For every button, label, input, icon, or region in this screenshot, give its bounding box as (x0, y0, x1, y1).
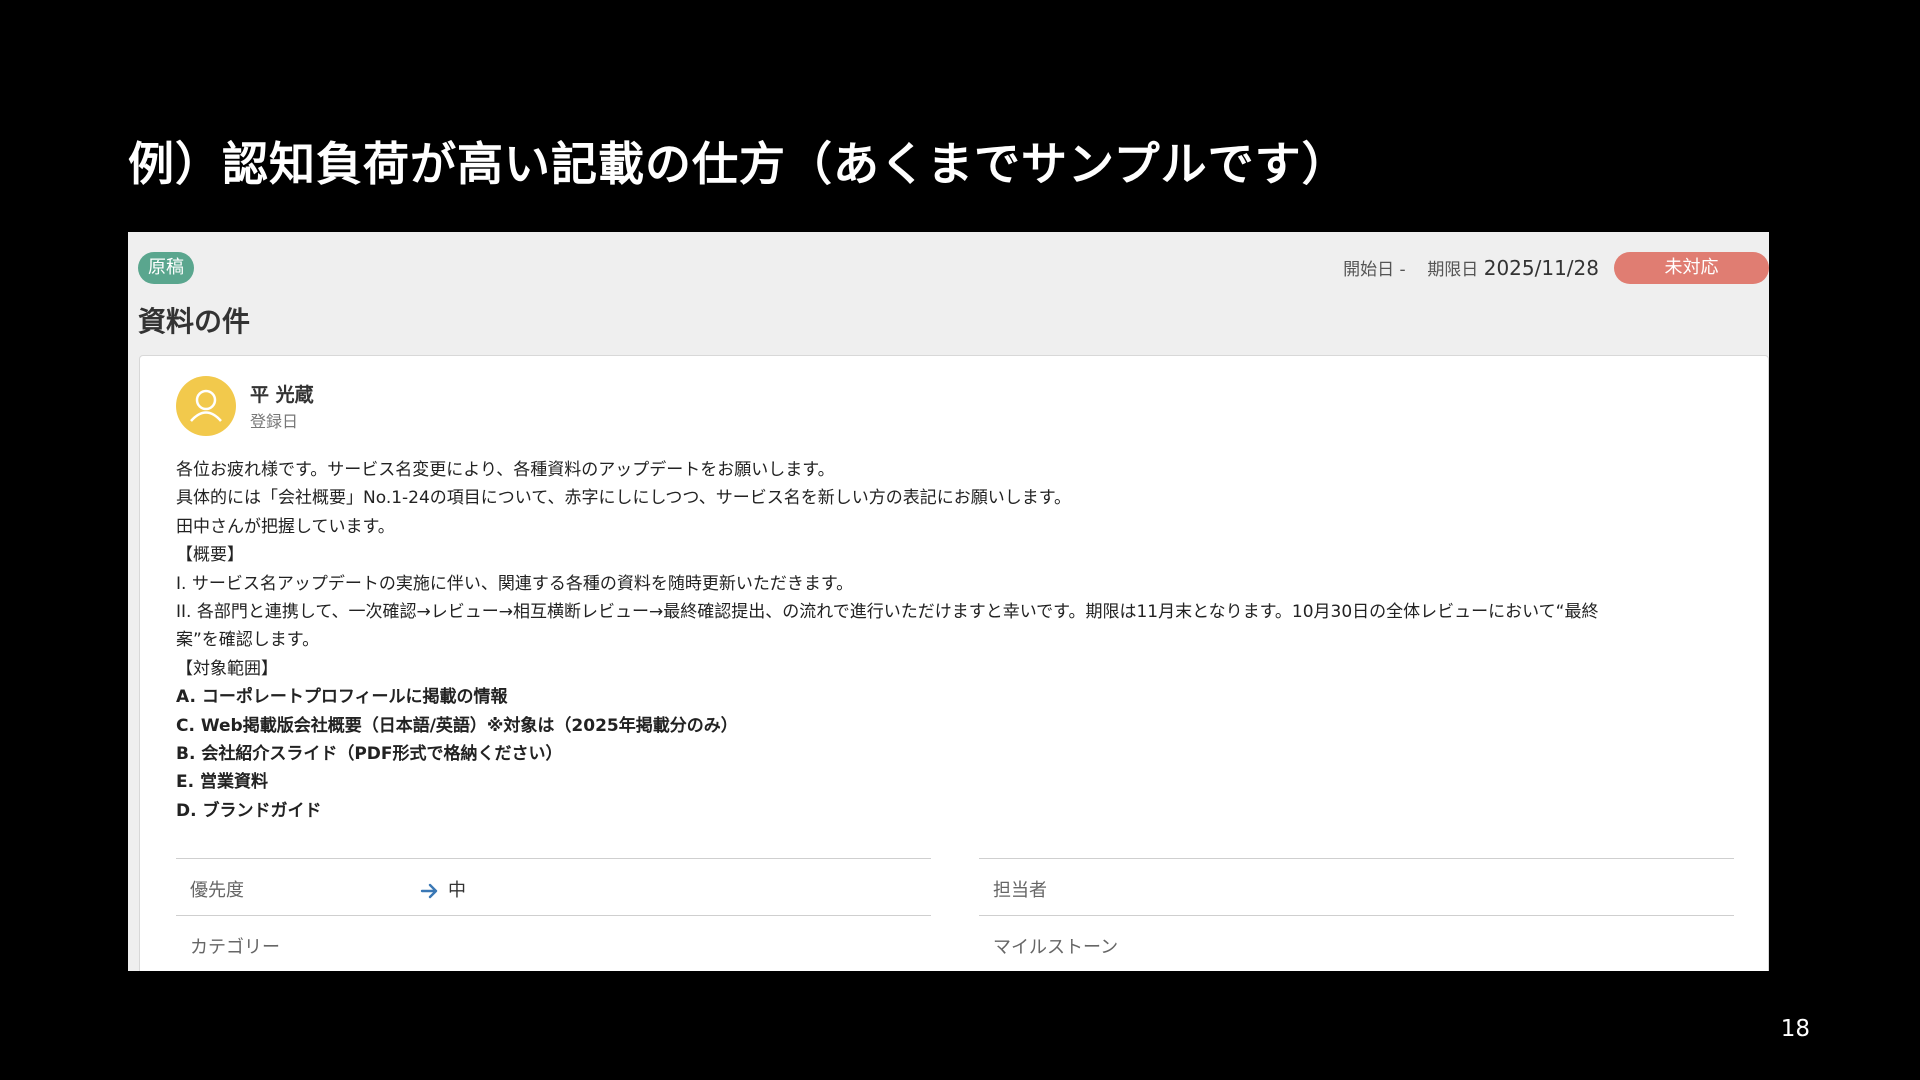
body-line: 【対象範囲】 (176, 658, 278, 679)
body-line: 【概要】 (176, 545, 244, 566)
assignee-label: 担当者 (993, 880, 1047, 901)
milestone-field[interactable]: マイルストーン (979, 915, 1734, 971)
priority-value: 中 (448, 880, 466, 901)
ticket-header-row: 原稿 開始日 - 期限日 2025/11/28 未対応 (138, 252, 1769, 284)
category-label: カテゴリー (190, 937, 280, 958)
scope-item: B. 会社紹介スライド（PDF形式で格納ください） (176, 744, 563, 765)
body-line: 具体的には「会社概要」No.1-24の項目について、赤字にしにしつつ、サービス名… (176, 488, 1072, 509)
draft-badge[interactable]: 原稿 (138, 252, 194, 284)
body-line: 各位お疲れ様です。サービス名変更により、各種資料のアップデートをお願いします。 (176, 460, 835, 480)
body-line: 案”を確認します。 (176, 630, 320, 651)
arrow-right-icon (420, 883, 438, 899)
assignee-field[interactable]: 担当者 (979, 858, 1734, 915)
ticket-title: 資料の件 (138, 305, 251, 338)
scope-item: E. 営業資料 (176, 772, 268, 793)
start-date-value: - (1399, 260, 1406, 280)
scope-item: C. Web掲載版会社概要（日本語/英語）※対象は（2025年掲載分のみ） (176, 715, 738, 736)
scope-item: D. ブランドガイド (176, 800, 322, 821)
scope-item: A. コーポレートプロフィールに掲載の情報 (176, 687, 508, 708)
registered-date-label: 登録日 (250, 412, 299, 431)
due-date-value: 2025/11/28 (1483, 256, 1599, 280)
ticket-screenshot: 原稿 開始日 - 期限日 2025/11/28 未対応 資料の件 平 光蔵 登録… (128, 232, 1769, 971)
body-line: II. 各部門と連携して、一次確認→レビュー→相互横断レビュー→最終確認提出、の… (176, 602, 1599, 623)
body-line: 田中さんが把握しています。 (176, 516, 395, 537)
date-info: 開始日 - 期限日 2025/11/28 (1343, 252, 1599, 284)
priority-label: 優先度 (190, 880, 244, 901)
due-date-label: 期限日 (1427, 260, 1479, 280)
comment-card: 平 光蔵 登録日 各位お疲れ様です。サービス名変更により、各種資料のアップデート… (139, 355, 1769, 971)
milestone-label: マイルストーン (993, 937, 1119, 958)
comment-body: 各位お疲れ様です。サービス名変更により、各種資料のアップデートをお願いします。 … (176, 456, 1736, 825)
body-line: I. サービス名アップデートの実施に伴い、関連する各種の資料を随時更新いただきま… (176, 573, 854, 594)
user-icon (190, 389, 222, 422)
category-field[interactable]: カテゴリー (176, 915, 931, 971)
priority-field[interactable]: 優先度 中 (176, 858, 931, 915)
page-number: 18 (1780, 1016, 1810, 1042)
start-date-label: 開始日 (1343, 260, 1395, 280)
author-name: 平 光蔵 (250, 384, 314, 406)
slide-title: 例）認知負荷が高い記載の仕方（あくまでサンプルです） (128, 137, 1349, 191)
status-badge[interactable]: 未対応 (1614, 252, 1769, 284)
priority-value-wrap: 中 (420, 876, 466, 902)
avatar[interactable] (176, 376, 236, 436)
